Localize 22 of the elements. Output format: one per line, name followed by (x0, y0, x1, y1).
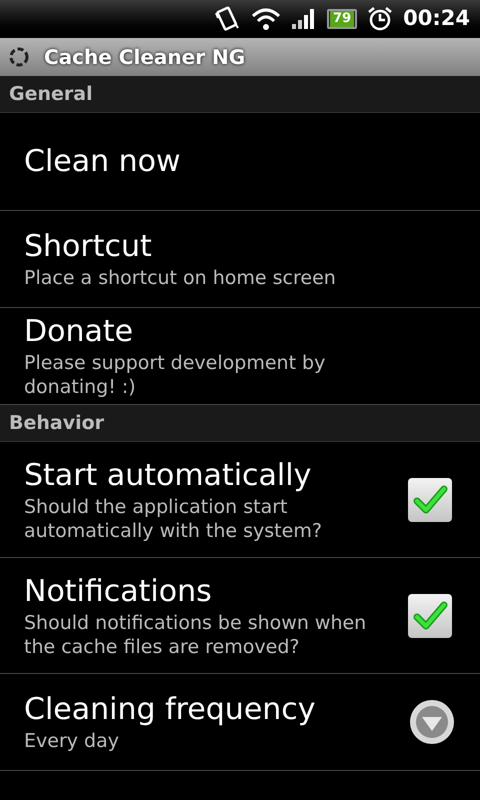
checkbox[interactable] (407, 592, 453, 638)
section-header: General (0, 76, 480, 113)
preference-summary: Please support development by donating! :) (24, 351, 326, 399)
preference-title[interactable]: Shortcut (24, 228, 456, 266)
preference-title[interactable]: Cleaning frequency (24, 691, 409, 729)
preference-title[interactable]: Start automatically (24, 456, 407, 494)
alarm-clock-icon (367, 6, 394, 32)
preference-summary: Every day (24, 729, 120, 753)
section-header: Behavior (0, 405, 480, 442)
vibrate-icon (213, 5, 242, 33)
wifi-icon (251, 7, 282, 31)
preference-summary: Should the application start automatically with the system? (24, 494, 323, 542)
preference-title[interactable]: Notifications (24, 572, 407, 610)
window-title: Cache Cleaner NG (44, 44, 246, 71)
preference-summary: Place a shortcut on home screen (24, 266, 337, 290)
checkbox[interactable] (407, 476, 453, 522)
preference-summary: Should notifications be shown when the cache files are removed? (24, 610, 368, 658)
battery-level: 79 (330, 11, 354, 27)
app-icon (8, 46, 30, 68)
clock-time: 00:24 (403, 5, 470, 32)
preference-title[interactable]: Clean now (24, 142, 456, 180)
preference-title[interactable]: Donate (24, 313, 456, 351)
